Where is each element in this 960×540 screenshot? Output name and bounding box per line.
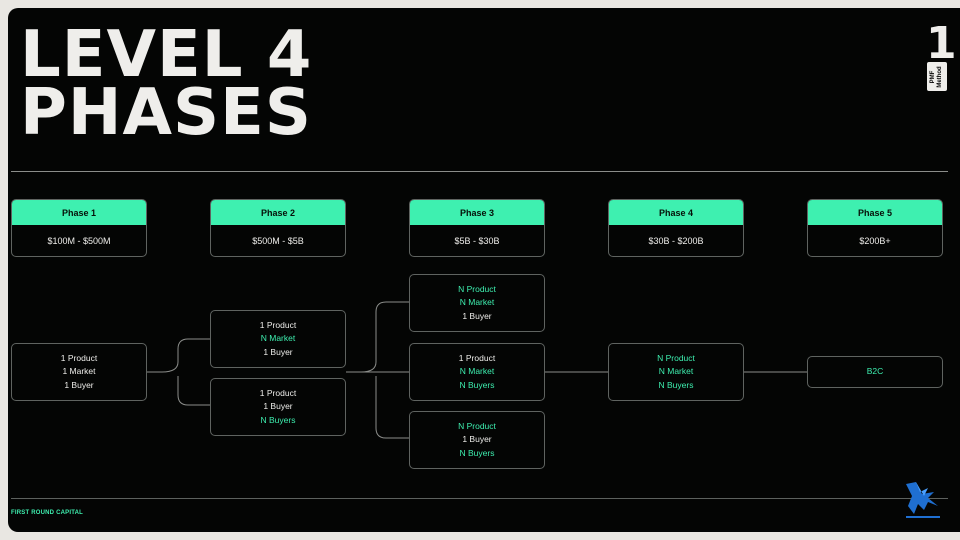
node-line: N Market [260,333,296,344]
node-line: N Market [459,297,495,308]
slide: LEVEL 4 PHASES 1 PMF Method Phase 1 $100M… [8,8,960,532]
node-phase3-product-market: N Product N Market 1 Buyer [409,274,545,332]
phase-card-1: Phase 1 $100M - $500M [11,199,147,257]
node-line: N Buyers [459,379,495,390]
phase-card-2: Phase 2 $500M - $5B [210,199,346,257]
node-phase3-market-buyers: 1 Product N Market N Buyers [409,343,545,401]
node-line: 1 Buyer [462,310,492,321]
node-phase4: N Product N Market N Buyers [608,343,744,401]
node-phase1: 1 Product 1 Market 1 Buyer [11,343,147,401]
phase-label: Phase 5 [808,200,942,225]
node-line: 1 Buyer [263,401,293,412]
phase-range: $500M - $5B [252,235,304,246]
footer-brand: FIRST ROUND CAPITAL [11,510,84,516]
eagle-logo-icon [906,482,940,518]
node-line: N Buyers [459,447,495,458]
node-line: 1 Product [259,387,297,398]
phase-card-5: Phase 5 $200B+ [807,199,943,257]
node-line: 1 Buyer [263,346,293,357]
node-line: N Buyers [260,414,296,425]
node-line: B2C [866,366,884,377]
node-line: 1 Market [62,366,96,377]
node-line: 1 Buyer [462,434,492,445]
node-phase2-buyers: 1 Product 1 Buyer N Buyers [210,378,346,436]
node-line: N Market [658,366,694,377]
node-line: N Buyers [658,379,694,390]
node-phase5: B2C [807,356,943,388]
phase-label: Phase 2 [211,200,345,225]
node-line: 1 Buyer [64,379,94,390]
phase-label: Phase 3 [410,200,544,225]
phase-card-4: Phase 4 $30B - $200B [608,199,744,257]
connector-p2-p3 [346,301,409,439]
phase-range: $100M - $500M [47,235,111,246]
node-phase2-market: 1 Product N Market 1 Buyer [210,310,346,368]
bottom-divider [11,498,948,499]
node-line: N Product [657,352,695,363]
phase-range: $200B+ [859,235,891,246]
node-line: N Market [459,366,495,377]
node-line: N Product [458,420,496,431]
connector-p1-p2 [147,338,210,406]
node-line: 1 Product [60,352,98,363]
node-line: 1 Product [458,352,496,363]
phase-label: Phase 4 [609,200,743,225]
phase-range: $30B - $200B [648,235,704,246]
node-line: N Product [458,283,496,294]
phase-card-3: Phase 3 $5B - $30B [409,199,545,257]
phase-label: Phase 1 [12,200,146,225]
phase-range: $5B - $30B [454,235,500,246]
node-line: 1 Product [259,319,297,330]
node-phase3-product-buyers: N Product 1 Buyer N Buyers [409,411,545,469]
